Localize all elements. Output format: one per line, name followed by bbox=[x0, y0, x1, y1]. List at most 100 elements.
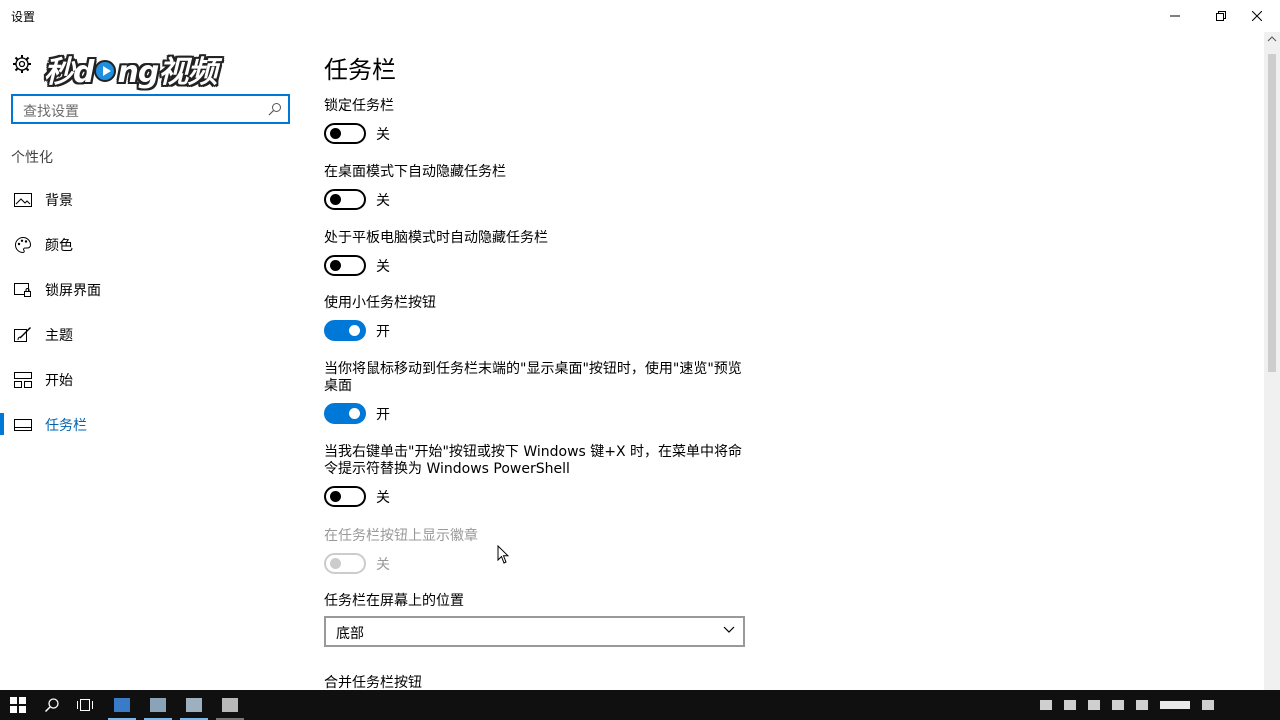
sidebar-item-label: 任务栏 bbox=[45, 417, 87, 434]
tray-network-icon[interactable] bbox=[1064, 700, 1076, 710]
position-dropdown[interactable]: 底部 bbox=[324, 616, 745, 647]
autohide-tablet-toggle[interactable] bbox=[324, 255, 366, 276]
setting-small-buttons: 使用小任务栏按钮 开 bbox=[324, 295, 754, 341]
toggle-state: 关 bbox=[376, 258, 390, 275]
tray-app-icon[interactable] bbox=[1112, 700, 1124, 710]
setting-badges: 在任务栏按钮上显示徽章 关 bbox=[324, 528, 754, 574]
small-buttons-toggle[interactable] bbox=[324, 320, 366, 341]
sidebar-item-label: 锁屏界面 bbox=[45, 282, 101, 299]
sidebar: 主页 秒d ng视频 查找设置 个性化 背景 颜色 锁屏界面 主题 开始 任务栏 bbox=[0, 32, 300, 690]
logo-text-2: ng视频 bbox=[117, 55, 217, 90]
windows-logo-icon bbox=[10, 697, 26, 713]
theme-brush-icon bbox=[14, 326, 32, 344]
close-icon bbox=[1252, 11, 1262, 21]
scrollbar[interactable] bbox=[1264, 32, 1280, 690]
minimize-button[interactable] bbox=[1152, 0, 1198, 32]
sidebar-item-taskbar[interactable]: 任务栏 bbox=[0, 402, 300, 447]
sidebar-item-background[interactable]: 背景 bbox=[0, 177, 300, 222]
autohide-desktop-toggle[interactable] bbox=[324, 189, 366, 210]
task-view-button[interactable] bbox=[68, 690, 102, 720]
sidebar-item-themes[interactable]: 主题 bbox=[0, 312, 300, 357]
app-icon bbox=[114, 698, 130, 712]
taskbar-app-3[interactable] bbox=[176, 690, 212, 720]
search-box[interactable]: 查找设置 bbox=[11, 94, 290, 124]
search-icon bbox=[44, 698, 59, 713]
sidebar-item-label: 主题 bbox=[45, 327, 73, 344]
minimize-icon bbox=[1170, 15, 1180, 17]
watermark-logo: 秒d ng视频 bbox=[44, 45, 217, 93]
setting-label: 任务栏在屏幕上的位置 bbox=[324, 593, 464, 609]
picture-icon bbox=[14, 191, 32, 209]
settings-window: 设置 主页 秒d ng视频 查找设置 个性化 背景 颜色 锁屏界面 主题 开始 … bbox=[0, 0, 1280, 690]
badges-toggle bbox=[324, 553, 366, 574]
tray-chevron-icon[interactable] bbox=[1040, 700, 1052, 710]
setting-label: 在任务栏按钮上显示徽章 bbox=[324, 528, 478, 544]
palette-icon bbox=[14, 236, 32, 254]
taskbar bbox=[0, 690, 1280, 720]
tray-clock[interactable] bbox=[1160, 701, 1190, 709]
setting-lock-taskbar: 锁定任务栏 关 bbox=[324, 98, 754, 144]
toggle-state: 开 bbox=[376, 323, 390, 340]
gear-icon bbox=[13, 55, 31, 73]
toggle-state: 关 bbox=[376, 192, 390, 209]
tray-volume-icon[interactable] bbox=[1088, 700, 1100, 710]
app-icon bbox=[222, 698, 238, 712]
peek-toggle[interactable] bbox=[324, 403, 366, 424]
notification-icon[interactable] bbox=[1202, 700, 1214, 710]
nav-list: 背景 颜色 锁屏界面 主题 开始 任务栏 bbox=[0, 177, 300, 447]
toggle-state: 关 bbox=[376, 556, 390, 573]
sidebar-item-start[interactable]: 开始 bbox=[0, 357, 300, 402]
title-bar: 设置 bbox=[0, 0, 1280, 32]
setting-combine: 合并任务栏按钮 bbox=[324, 675, 754, 690]
dropdown-value: 底部 bbox=[336, 626, 364, 642]
window-title: 设置 bbox=[11, 10, 36, 24]
setting-label: 使用小任务栏按钮 bbox=[324, 295, 436, 311]
app-icon bbox=[186, 698, 202, 712]
setting-autohide-desktop: 在桌面模式下自动隐藏任务栏 关 bbox=[324, 164, 754, 210]
toggle-state: 关 bbox=[376, 126, 390, 143]
system-tray bbox=[1040, 690, 1214, 720]
setting-label: 合并任务栏按钮 bbox=[324, 675, 422, 690]
toggle-state: 开 bbox=[376, 406, 390, 423]
close-button[interactable] bbox=[1234, 0, 1280, 32]
sidebar-item-label: 开始 bbox=[45, 372, 73, 389]
setting-label: 处于平板电脑模式时自动隐藏任务栏 bbox=[324, 230, 548, 246]
sidebar-item-lock-screen[interactable]: 锁屏界面 bbox=[0, 267, 300, 312]
taskbar-search-button[interactable] bbox=[36, 690, 68, 720]
setting-peek: 当你将鼠标移动到任务栏末端的"显示桌面"按钮时，使用"速览"预览桌面 开 bbox=[324, 361, 754, 424]
taskbar-app-settings[interactable] bbox=[104, 690, 140, 720]
setting-label: 在桌面模式下自动隐藏任务栏 bbox=[324, 164, 506, 180]
mouse-cursor-icon bbox=[497, 545, 510, 564]
task-view-icon bbox=[77, 699, 93, 711]
page-title: 任务栏 bbox=[324, 56, 396, 84]
lock-taskbar-toggle[interactable] bbox=[324, 123, 366, 144]
start-tiles-icon bbox=[14, 371, 32, 389]
app-icon bbox=[150, 698, 166, 712]
lock-screen-icon bbox=[14, 281, 32, 299]
setting-autohide-tablet: 处于平板电脑模式时自动隐藏任务栏 关 bbox=[324, 230, 754, 276]
section-heading: 个性化 bbox=[11, 150, 53, 166]
sidebar-item-label: 背景 bbox=[45, 192, 73, 209]
start-button[interactable] bbox=[0, 690, 36, 720]
scroll-up-icon[interactable] bbox=[1267, 36, 1277, 42]
restore-icon bbox=[1216, 11, 1226, 21]
powershell-toggle[interactable] bbox=[324, 486, 366, 507]
search-icon bbox=[268, 103, 281, 116]
setting-position: 任务栏在屏幕上的位置 bbox=[324, 593, 754, 610]
tray-input-icon[interactable] bbox=[1136, 700, 1148, 710]
taskbar-icon bbox=[14, 416, 32, 434]
sidebar-item-colors[interactable]: 颜色 bbox=[0, 222, 300, 267]
play-icon bbox=[94, 60, 117, 82]
search-placeholder: 查找设置 bbox=[23, 104, 79, 120]
logo-text-1: 秒d bbox=[44, 55, 94, 90]
scrollbar-thumb[interactable] bbox=[1268, 54, 1276, 372]
sidebar-item-label: 颜色 bbox=[45, 237, 73, 254]
setting-label: 当我右键单击"开始"按钮或按下 Windows 键+X 时，在菜单中将命令提示符… bbox=[324, 444, 743, 477]
taskbar-app-4[interactable] bbox=[212, 690, 248, 720]
setting-powershell: 当我右键单击"开始"按钮或按下 Windows 键+X 时，在菜单中将命令提示符… bbox=[324, 444, 754, 507]
toggle-state: 关 bbox=[376, 489, 390, 506]
setting-label: 锁定任务栏 bbox=[324, 98, 394, 114]
taskbar-app-2[interactable] bbox=[140, 690, 176, 720]
main-content: 任务栏 锁定任务栏 关 在桌面模式下自动隐藏任务栏 关 处于平板电脑模式时自动隐… bbox=[324, 32, 1264, 690]
setting-label: 当你将鼠标移动到任务栏末端的"显示桌面"按钮时，使用"速览"预览桌面 bbox=[324, 361, 742, 394]
